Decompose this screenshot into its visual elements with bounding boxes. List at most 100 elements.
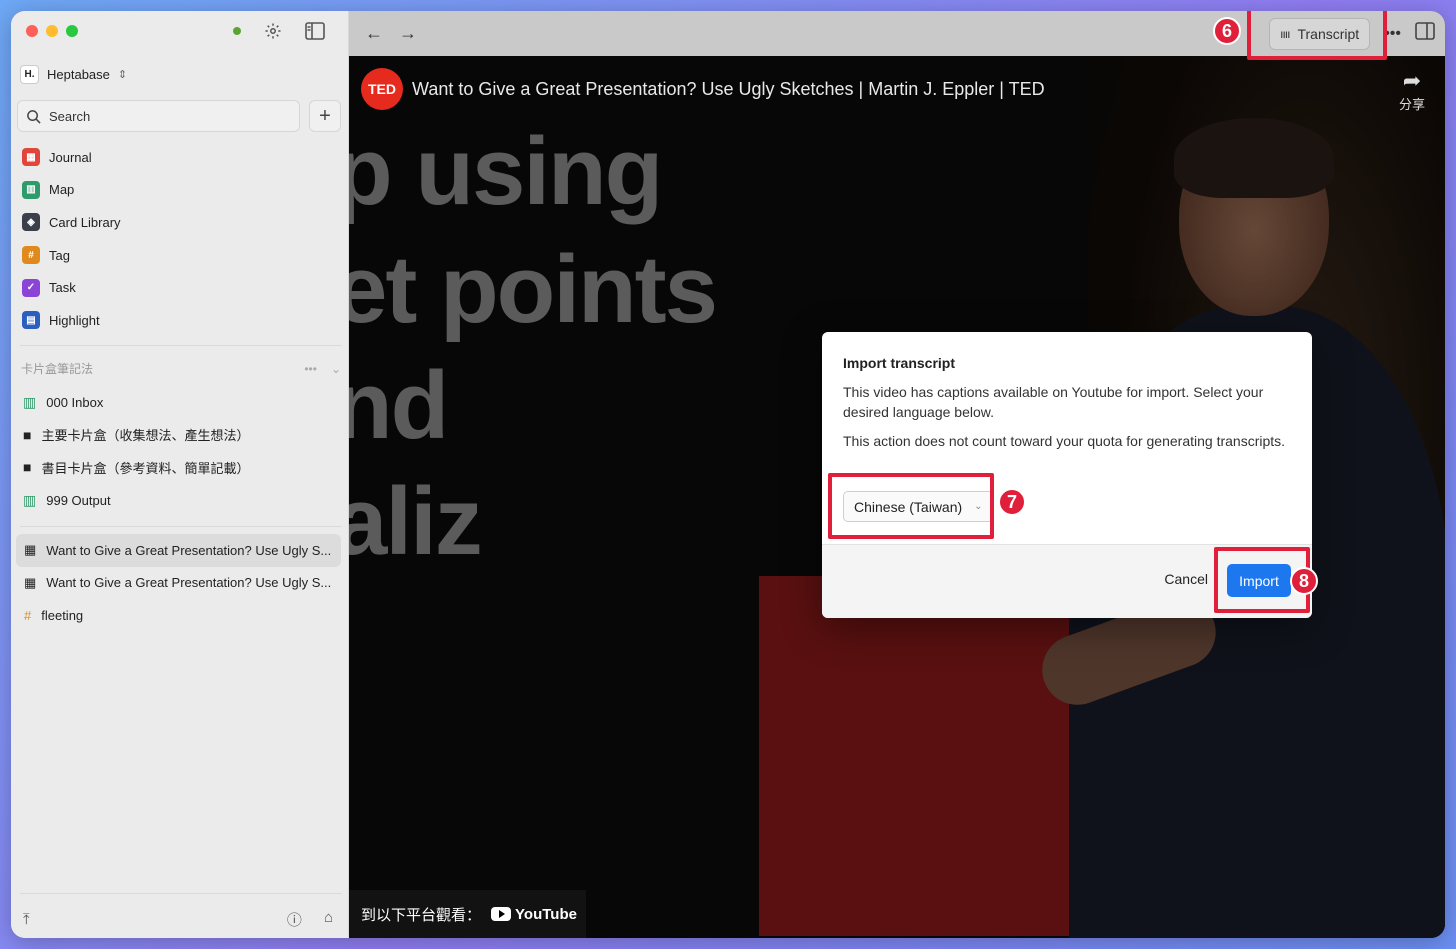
sync-status-indicator bbox=[233, 27, 241, 35]
transcript-button-label: Transcript bbox=[1297, 25, 1360, 42]
import-button[interactable]: Import bbox=[1227, 564, 1291, 597]
sidebar-item-label: Highlight bbox=[49, 312, 100, 328]
section-tree: ▥ 000 Inbox ■ 主要卡片盒（收集想法、產生想法） ■ 書目卡片盒（參… bbox=[20, 386, 342, 516]
doc-item-video-1[interactable]: ▦ Want to Give a Great Presentation? Use… bbox=[16, 534, 341, 567]
add-new-button[interactable]: + bbox=[309, 100, 341, 132]
sidebar-item-label: Task bbox=[49, 280, 76, 296]
ted-logo: TED bbox=[361, 68, 403, 110]
card-library-icon: ◈ bbox=[22, 213, 40, 232]
sidebar-item-task[interactable]: ✓ Task bbox=[20, 271, 342, 304]
step-badge-7: 7 bbox=[998, 488, 1026, 516]
sidebar-divider bbox=[20, 345, 342, 346]
video-title[interactable]: Want to Give a Great Presentation? Use U… bbox=[412, 79, 1045, 100]
main-toolbar: ← → ıııı Transcript ••• bbox=[349, 11, 1445, 56]
tree-item-inbox[interactable]: ▥ 000 Inbox bbox=[20, 386, 342, 419]
language-select[interactable]: Chinese (Taiwan) ⌄ bbox=[843, 491, 994, 522]
sidebar: H. Heptabase ⇕ Search + ▦ Journal ▥ Map … bbox=[11, 11, 349, 938]
hashtag-icon: # bbox=[24, 607, 32, 623]
more-icon[interactable]: ••• bbox=[304, 362, 317, 376]
dialog-title: Import transcript bbox=[843, 355, 956, 371]
toggle-right-panel-icon[interactable] bbox=[1415, 22, 1435, 45]
journal-icon: ▦ bbox=[22, 148, 40, 167]
settings-gear-icon[interactable] bbox=[263, 21, 283, 41]
workspace-name: Heptabase bbox=[47, 67, 110, 82]
step-badge-6: 6 bbox=[1213, 17, 1241, 45]
workspace-switcher[interactable]: H. Heptabase ⇕ bbox=[20, 65, 127, 84]
watch-on-youtube-bar[interactable]: 到以下平台觀看： YouTube bbox=[349, 890, 586, 938]
dialog-description: This video has captions available on You… bbox=[843, 384, 1264, 420]
step-badge-8: 8 bbox=[1290, 567, 1318, 595]
history-nav: ← → bbox=[365, 23, 417, 44]
folder-icon: ■ bbox=[23, 459, 32, 476]
chevron-updown-icon: ⇕ bbox=[117, 69, 128, 81]
sidebar-item-label: Map bbox=[49, 182, 75, 198]
share-button[interactable]: ➦ 分享 bbox=[1399, 68, 1425, 113]
sidebar-item-label: Journal bbox=[49, 149, 92, 165]
more-options-icon[interactable]: ••• bbox=[1384, 25, 1401, 43]
share-arrow-icon: ➦ bbox=[1402, 68, 1422, 93]
search-button[interactable]: Search bbox=[17, 100, 300, 132]
youtube-play-icon bbox=[491, 907, 512, 921]
language-select-value: Chinese (Taiwan) bbox=[854, 498, 963, 515]
sidebar-item-label: Tag bbox=[49, 247, 70, 263]
doc-item-video-2[interactable]: ▦ Want to Give a Great Presentation? Use… bbox=[16, 567, 341, 600]
tree-item-label: 999 Output bbox=[46, 492, 111, 508]
youtube-logo: YouTube bbox=[491, 906, 577, 923]
sidebar-item-label: Card Library bbox=[49, 214, 121, 230]
open-documents: ▦ Want to Give a Great Presentation? Use… bbox=[16, 534, 341, 632]
sidebar-divider bbox=[20, 893, 342, 894]
tree-item-label: 主要卡片盒（收集想法、產生想法） bbox=[41, 428, 250, 444]
chevron-down-icon[interactable]: ⌄ bbox=[331, 362, 341, 376]
tree-item-output[interactable]: ▥ 999 Output bbox=[20, 484, 342, 517]
cancel-button[interactable]: Cancel bbox=[1164, 571, 1208, 587]
section-title: 卡片盒筆記法 bbox=[21, 362, 94, 376]
share-label: 分享 bbox=[1398, 97, 1425, 112]
section-header[interactable]: 卡片盒筆記法 ••• ⌄ bbox=[21, 360, 341, 377]
search-label: Search bbox=[49, 108, 91, 124]
dialog-quota-note: This action does not count toward your q… bbox=[843, 433, 1286, 449]
tree-item-label: 書目卡片盒（參考資料、簡單記載） bbox=[41, 460, 250, 476]
toolbar-right: ıııı Transcript ••• bbox=[1269, 11, 1435, 56]
sidebar-item-journal[interactable]: ▦ Journal bbox=[20, 141, 342, 174]
youtube-label: YouTube bbox=[515, 905, 577, 923]
search-icon bbox=[27, 109, 41, 124]
back-arrow-icon[interactable]: ← bbox=[365, 23, 383, 44]
window-controls bbox=[26, 25, 78, 37]
sidebar-nav: ▦ Journal ▥ Map ◈ Card Library # Tag ✓ T… bbox=[20, 141, 342, 337]
tree-item-label: 000 Inbox bbox=[46, 394, 104, 410]
doc-item-label: Want to Give a Great Presentation? Use U… bbox=[46, 575, 332, 591]
help-icon[interactable]: ⓘ bbox=[287, 909, 302, 930]
doc-item-label: Want to Give a Great Presentation? Use U… bbox=[46, 542, 332, 558]
highlight-icon: ▤ bbox=[22, 311, 40, 330]
transcript-button[interactable]: ıııı Transcript bbox=[1269, 17, 1371, 50]
sidebar-item-map[interactable]: ▥ Map bbox=[20, 174, 342, 207]
dialog-footer: Cancel Import bbox=[822, 544, 1312, 618]
tag-icon: # bbox=[22, 246, 40, 265]
sidebar-item-card-library[interactable]: ◈ Card Library bbox=[20, 206, 342, 239]
sidebar-item-tag[interactable]: # Tag bbox=[20, 239, 342, 272]
sidebar-footer: ⤒ ⓘ ⌂ bbox=[23, 909, 333, 930]
import-transcript-dialog: Import transcript This video has caption… bbox=[822, 332, 1312, 618]
task-icon: ✓ bbox=[22, 278, 40, 297]
gift-icon[interactable]: ⌂ bbox=[324, 909, 333, 930]
collapse-up-icon[interactable]: ⤒ bbox=[23, 911, 30, 928]
tree-item-main-cardbox[interactable]: ■ 主要卡片盒（收集想法、產生想法） bbox=[20, 419, 342, 452]
plus-icon: + bbox=[319, 104, 331, 127]
app-window: H. Heptabase ⇕ Search + ▦ Journal ▥ Map … bbox=[11, 11, 1445, 938]
watch-on-label: 到以下平台觀看： bbox=[361, 906, 482, 924]
chevron-down-icon: ⌄ bbox=[974, 501, 983, 512]
doc-item-fleeting[interactable]: # fleeting bbox=[16, 599, 341, 632]
minimize-window-button[interactable] bbox=[46, 25, 58, 37]
workspace-logo: H. bbox=[20, 65, 39, 84]
sidebar-top-icons bbox=[233, 21, 325, 41]
video-icon: ▦ bbox=[24, 542, 37, 558]
map-icon: ▥ bbox=[23, 491, 37, 508]
map-icon: ▥ bbox=[23, 393, 37, 410]
sidebar-item-highlight[interactable]: ▤ Highlight bbox=[20, 304, 342, 337]
zoom-window-button[interactable] bbox=[66, 25, 78, 37]
toggle-sidebar-icon[interactable] bbox=[305, 21, 325, 41]
tree-item-bib-cardbox[interactable]: ■ 書目卡片盒（參考資料、簡單記載） bbox=[20, 451, 342, 484]
waveform-icon: ıııı bbox=[1280, 26, 1290, 41]
forward-arrow-icon[interactable]: → bbox=[399, 23, 417, 44]
close-window-button[interactable] bbox=[26, 25, 38, 37]
